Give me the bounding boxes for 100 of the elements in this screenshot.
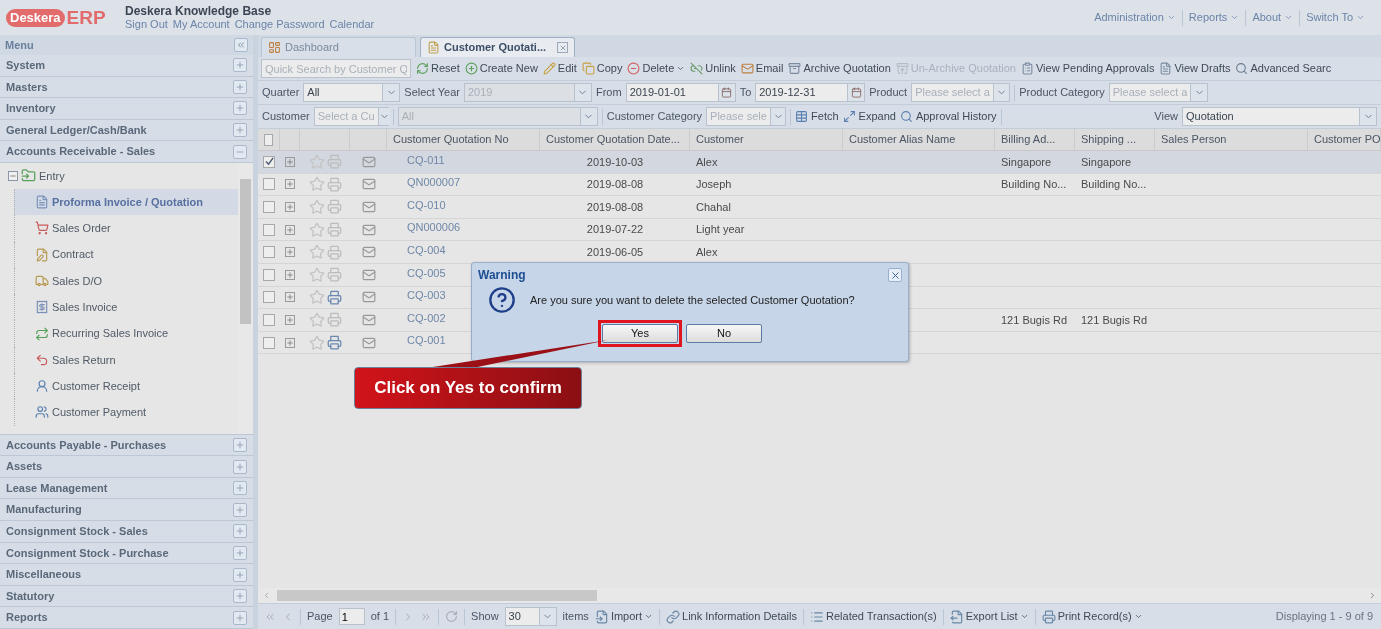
toggle-button[interactable] [233,567,247,582]
star-icon[interactable] [308,266,325,283]
quotation-link[interactable]: CQ-003 [393,287,446,304]
column-header[interactable]: Customer Quotation Date... [546,131,680,148]
paging-button[interactable]: Related Transaction(s) [810,608,937,625]
toolbar-button[interactable]: Email [740,60,784,77]
printer-icon[interactable] [326,267,342,283]
filter-button[interactable]: Approval History [899,108,997,125]
expand-row-button[interactable] [285,202,295,212]
quotation-link[interactable]: CQ-001 [393,332,446,349]
tree-node[interactable]: Entry [39,167,65,185]
expand-row-button[interactable] [285,247,295,258]
menu-section[interactable]: Miscellaneous [0,564,253,586]
expand-row-button[interactable] [285,269,295,280]
close-button[interactable] [888,268,902,282]
toggle-button[interactable] [233,437,247,452]
menu-section[interactable]: Assets [0,456,253,478]
menu-section[interactable]: Reports [0,607,253,629]
menu-section[interactable]: Inventory [0,98,253,120]
printer-icon[interactable] [326,176,342,192]
star-icon[interactable] [308,334,325,351]
header-menu[interactable]: Reports [1188,9,1240,26]
checkbox[interactable] [263,336,275,349]
printer-icon[interactable] [326,335,342,351]
tree-toggle[interactable] [8,170,18,181]
expand-row-button[interactable] [285,314,295,325]
star-icon[interactable] [308,311,325,328]
header-link[interactable]: Sign Out [125,17,168,31]
toggle-button[interactable] [233,589,247,604]
toggle-button[interactable] [233,79,247,94]
menu-section[interactable]: Statutory [0,585,253,608]
toggle-button[interactable] [233,545,247,560]
column-header[interactable]: Customer [696,131,744,148]
checkbox[interactable] [263,201,275,213]
header-menu[interactable]: About [1252,9,1294,26]
column-header[interactable]: Customer PO [1314,131,1381,148]
toolbar-button[interactable]: Delete [627,60,686,77]
column-header[interactable]: Billing Ad... [1001,131,1056,148]
printer-icon[interactable] [326,312,342,328]
expand-row-button[interactable] [285,337,295,348]
paging-button[interactable]: Print Record(s) [1041,608,1143,625]
printer-icon[interactable] [326,154,342,170]
star-icon[interactable] [308,176,325,193]
checkbox[interactable] [263,246,275,259]
header-menu[interactable]: Switch To [1306,9,1365,26]
star-icon[interactable] [308,199,325,215]
header-menu[interactable]: Administration [1094,9,1176,26]
menu-section[interactable]: Consignment Stock - Sales [0,521,253,543]
quotation-link[interactable]: QN000007 [393,174,461,191]
toggle-button[interactable] [233,502,247,517]
menu-section[interactable]: Lease Management [0,477,253,500]
filter-button[interactable]: Expand [842,108,896,125]
paging-button[interactable]: Export List [949,608,1029,625]
collapse-button[interactable] [234,38,248,52]
menu-section[interactable]: Manufacturing [0,499,253,522]
paging-button[interactable]: Link Information Details [666,608,797,625]
quotation-link[interactable]: CQ-002 [393,309,446,327]
toggle-button[interactable] [233,481,247,496]
paging-button[interactable]: Import [594,608,654,625]
menu-section[interactable]: Accounts Payable - Purchases [0,434,253,457]
toolbar-button[interactable]: Reset [416,60,460,77]
toolbar-button[interactable]: Copy [581,60,623,77]
tab[interactable]: Customer Quotati... [420,37,575,57]
close-tab-button[interactable] [557,42,568,53]
view-select[interactable]: Quotation [1182,107,1377,126]
column-header[interactable]: Shipping ... [1081,131,1137,148]
toolbar-button[interactable]: Advanced Searc [1235,60,1332,77]
column-header[interactable]: Customer Quotation No [393,131,509,148]
quotation-link[interactable]: QN000006 [393,219,461,236]
printer-icon[interactable] [326,199,342,215]
page-field[interactable]: 1 [338,608,365,625]
column-header[interactable]: Customer Alias Name [849,131,956,148]
quick-search-field[interactable]: Quick Search by Customer Q [261,59,411,78]
filter-button[interactable]: Fetch [795,108,839,125]
dialog-button[interactable]: Yes [602,324,678,343]
printer-icon[interactable] [326,222,342,238]
quarter-select[interactable]: All [303,83,401,102]
header-link[interactable]: Change Password [234,17,325,31]
toggle-button[interactable] [233,144,247,159]
checkbox[interactable] [263,291,275,304]
toolbar-button[interactable]: Archive Quotation [788,60,891,77]
checkbox[interactable] [263,268,275,281]
checkbox[interactable] [263,223,275,236]
menu-section[interactable]: System [0,55,253,77]
expand-row-button[interactable] [285,179,295,190]
header-link[interactable]: My Account [172,17,230,31]
expand-row-button[interactable] [285,292,295,303]
toolbar-button[interactable]: View Drafts [1159,60,1231,77]
toolbar-button[interactable]: View Pending Approvals [1021,60,1155,77]
star-icon[interactable] [308,244,325,261]
toggle-button[interactable] [233,123,247,138]
menu-section[interactable]: General Ledger/Cash/Bank [0,119,253,142]
toggle-button[interactable] [233,524,247,539]
date-field[interactable]: 2019-12-31 [755,83,866,102]
toggle-button[interactable] [233,459,247,474]
menu-section[interactable]: Consignment Stock - Purchase [0,542,253,565]
printer-icon[interactable] [326,289,342,305]
quotation-link[interactable]: CQ-010 [393,196,446,214]
toggle-button[interactable] [233,101,247,116]
menu-section[interactable]: Masters [0,76,253,99]
